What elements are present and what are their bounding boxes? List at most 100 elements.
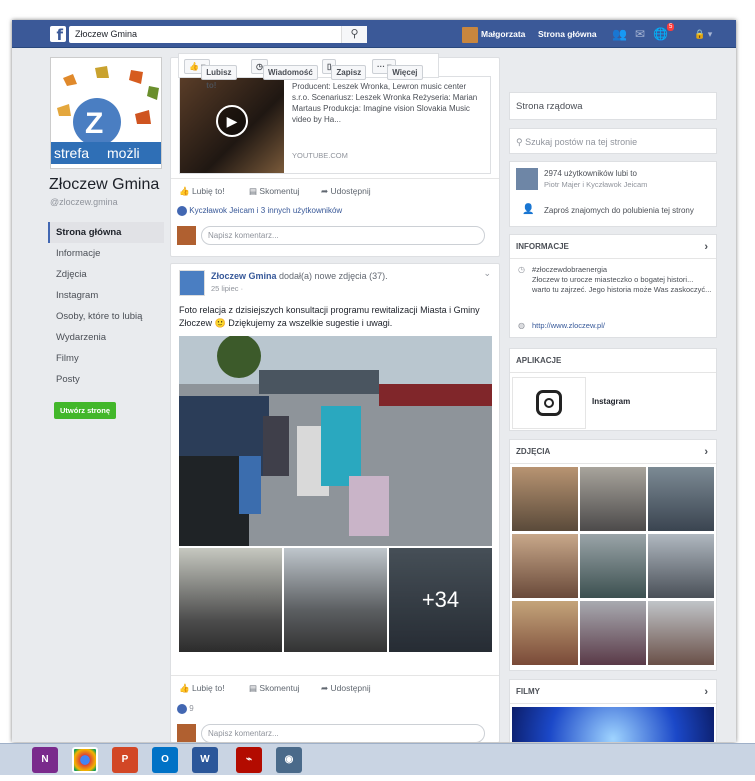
page-action-bar: 👍 Lubisz to! ▾ ◷ Wiadomość ▯ Zapisz ··· … [178,53,439,90]
likes-friends[interactable]: Piotr Majer i Kyczławok Jeicam [544,180,647,189]
grid-photo[interactable] [648,467,714,531]
thumb-photo-3[interactable]: +34 [389,548,492,652]
search-placeholder: Szukaj postów na tej stronie [525,137,638,147]
post-author[interactable]: Złoczew Gmina [211,271,277,281]
profile-picture-image: Z strefa możli [51,58,161,168]
like-button[interactable]: 👍 Lubię to! [179,179,225,203]
video-thumbnail[interactable] [512,707,714,742]
post-actions: 👍 Lubię to! ▤ Skomentuj ➦ Udostępnij [171,178,499,202]
more-photos-count[interactable]: +34 [389,548,492,652]
post-actions: 👍 Lubię to! ▤ Skomentuj ➦ Udostępnij [171,675,499,699]
word-icon[interactable]: W [192,747,218,773]
nav-item-photos[interactable]: Zdjęcia [48,264,164,285]
invite-icon: 👤 [522,204,535,215]
onenote-icon[interactable]: N [32,747,58,773]
invite-friends-link[interactable]: Zaproś znajomych do polubienia tej stron… [544,206,694,215]
video-source: YOUTUBE.COM [292,151,348,160]
page-title: Złoczew Gmina [49,176,160,193]
facebook-logo-icon[interactable]: f [50,26,66,44]
save-button[interactable]: ▯ Zapisz [322,59,367,80]
nav-item-instagram[interactable]: Instagram [48,285,164,306]
page-handle[interactable]: @zloczew.gmina [50,197,118,207]
nav-item-events[interactable]: Wydarzenia [48,327,164,348]
comment-input[interactable]: Napisz komentarz... [201,226,485,245]
notification-badge: 5 [667,23,675,31]
info-description: Złoczew to urocze miasteczko o bogatej h… [532,275,712,294]
nav-item-home[interactable]: Strona główna [48,222,164,243]
grid-photo[interactable] [580,534,646,598]
videos-header[interactable]: FILMY › [510,680,716,704]
search-value: Złoczew Gmina [75,29,138,39]
page-category: Strona rządowa [509,92,717,120]
play-icon[interactable]: ▶ [216,105,248,137]
user-name: Małgorzata [481,29,526,39]
share-button[interactable]: ➦ Udostępnij [321,179,371,203]
info-clock-icon: ◷ [518,265,525,274]
app-icon[interactable]: ◉ [276,747,302,773]
grid-photo[interactable] [512,534,578,598]
post-menu-icon[interactable]: ⌄ [483,268,491,279]
main-photo[interactable] [179,336,492,546]
info-box: INFORMACJE › ◷ #złoczewdobraenergia Złocz… [509,234,717,338]
video-description: Producent: Leszek Wronka, Lewron music c… [292,82,478,124]
grid-photo[interactable] [512,467,578,531]
grid-photo[interactable] [648,534,714,598]
author-avatar[interactable] [179,270,205,296]
svg-text:Z: Z [85,107,103,140]
like-page-button[interactable]: 👍 Lubisz to! ▾ [184,59,237,90]
post-card-video: ▶ Producent: Leszek Wronka, Lewron music… [170,57,500,257]
powerpoint-icon[interactable]: P [112,747,138,773]
thumb-photo-2[interactable] [284,548,387,652]
page-profile-picture[interactable]: Z strefa możli [50,57,162,169]
nav-item-likes[interactable]: Osoby, które to lubią [48,306,164,327]
grid-photo[interactable] [512,601,578,665]
chrome-icon[interactable] [72,747,98,773]
nav-item-posts[interactable]: Posty [48,369,164,390]
comment-button[interactable]: ▤ Skomentuj [249,676,300,700]
share-button[interactable]: ➦ Udostępnij [321,676,371,700]
videos-box: FILMY › [509,679,717,742]
video-thumbnail[interactable]: ▶ [180,77,284,173]
video-link-preview[interactable]: ▶ Producent: Leszek Wronka, Lewron music… [179,76,491,174]
thumb-photo-1[interactable] [179,548,282,652]
grid-photo[interactable] [580,467,646,531]
comment-input[interactable]: Napisz komentarz... [201,724,485,742]
home-link[interactable]: Strona główna [538,26,597,42]
outlook-icon[interactable]: O [152,747,178,773]
facebook-topbar: f Złoczew Gmina ⚲ Małgorzata Strona głów… [12,20,736,48]
nav-item-info[interactable]: Informacje [48,243,164,264]
page-post-search[interactable]: ⚲ Szukaj postów na tej stronie [509,128,717,154]
post-likes-summary[interactable]: Kyczławok Jeicam i 3 innych użytkowników [177,206,342,216]
nav-item-videos[interactable]: Filmy [48,348,164,369]
apps-box: APLIKACJE Instagram [509,348,717,431]
like-button[interactable]: 👍 Lubię to! [179,676,225,700]
website-link[interactable]: http://www.zloczew.pl/ [532,321,605,330]
post-action-text: dodał(a) nowe zdjęcia (37). [279,271,388,281]
create-page-button[interactable]: Utwórz stronę [54,402,117,419]
info-header[interactable]: INFORMACJE › [510,235,716,259]
like-reaction-icon [177,704,187,714]
post-date[interactable]: 25 lipiec · [211,284,243,293]
instagram-app-link[interactable]: Instagram [592,397,630,406]
more-button[interactable]: ··· Więcej ▾ [372,59,423,80]
messages-icon[interactable]: ✉ [635,27,653,41]
account-menu-icon[interactable]: 🔒 ▾ [694,26,712,42]
comment-button[interactable]: ▤ Skomentuj [249,179,300,203]
pdf-reader-icon[interactable]: ⌁ [236,747,262,773]
instagram-icon[interactable] [512,377,586,429]
likes-count[interactable]: 2974 użytkowników lubi to [544,169,637,178]
info-hashtag[interactable]: #złoczewdobraenergia [532,265,607,274]
windows-taskbar: N P O W ⌁ ◉ [0,743,755,775]
message-button[interactable]: ◷ Wiadomość [251,59,318,80]
search-icon: ⚲ [516,137,523,147]
chevron-right-icon: › [704,686,708,698]
search-icon[interactable]: ⚲ [341,26,367,43]
grid-photo[interactable] [648,601,714,665]
photos-header[interactable]: ZDJĘCIA › [510,440,716,464]
grid-photo[interactable] [580,601,646,665]
avatar [462,26,478,43]
search-input[interactable]: Złoczew Gmina ⚲ [69,26,367,43]
profile-link[interactable]: Małgorzata [462,26,525,43]
post-reaction-count[interactable]: 9 [177,704,194,714]
friends-icon[interactable]: 👥 [612,27,635,41]
